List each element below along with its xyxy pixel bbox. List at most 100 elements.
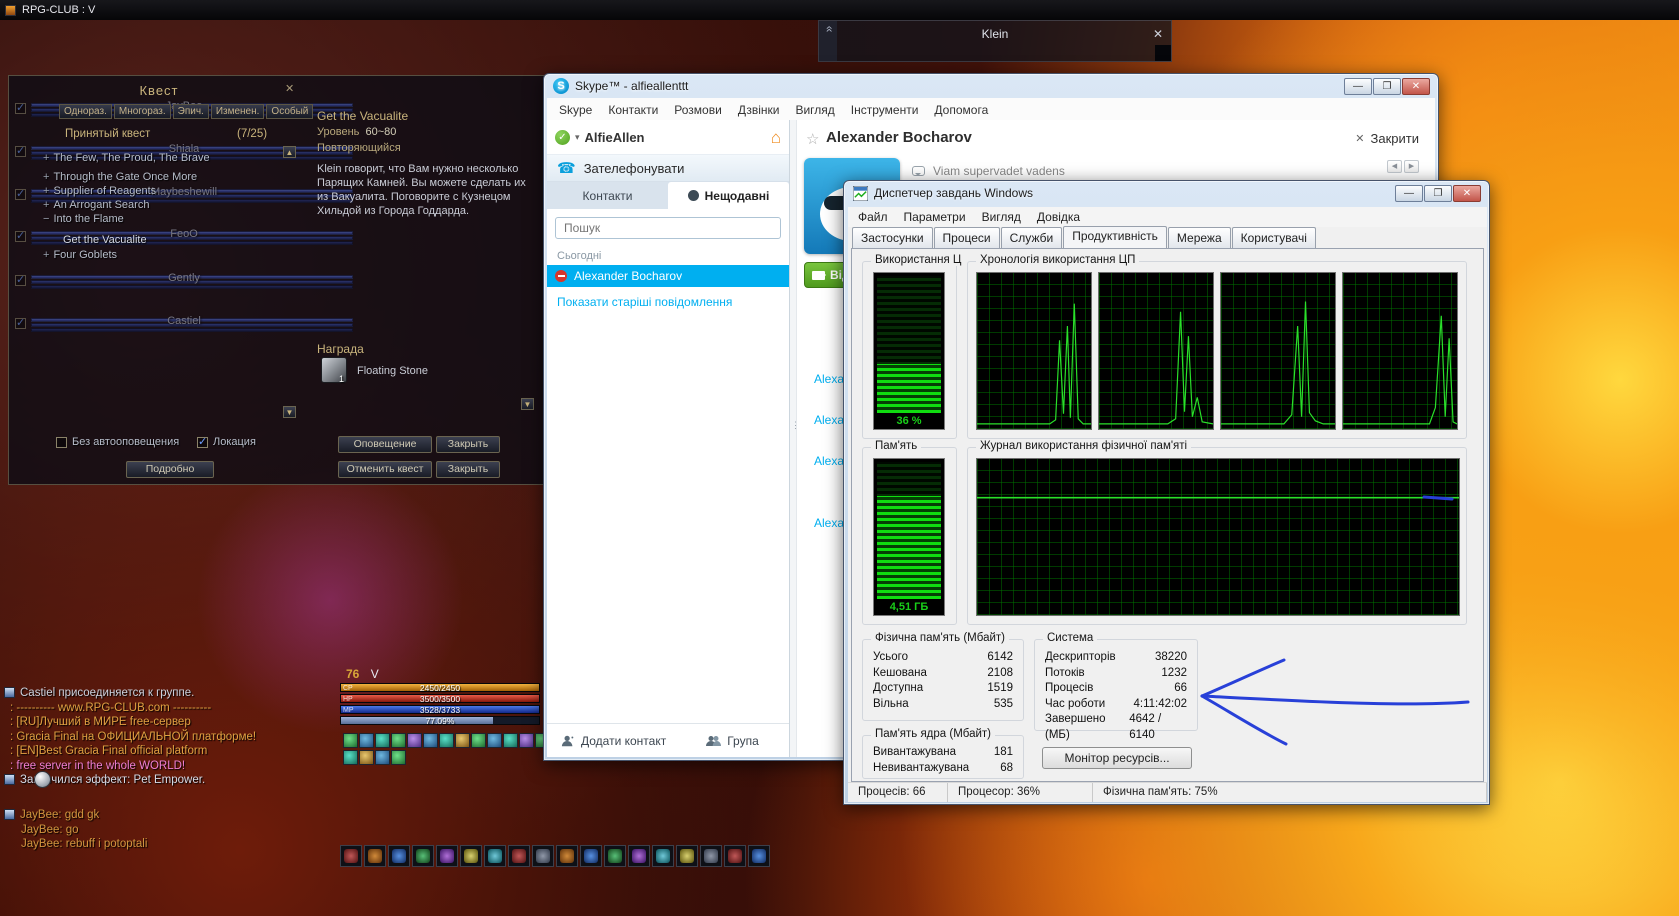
hotbar-slot[interactable]	[604, 845, 626, 867]
hotbar-slot[interactable]	[532, 845, 554, 867]
add-contact-button[interactable]: Додати контакт	[561, 734, 666, 748]
home-icon[interactable]: ⌂	[771, 129, 781, 146]
hotbar-slot[interactable]	[388, 845, 410, 867]
menu-view[interactable]: Вигляд	[974, 207, 1029, 227]
quest-list-item[interactable]: + Through the Gate Once More	[43, 171, 197, 183]
hotbar-slot[interactable]	[340, 845, 362, 867]
resource-monitor-button[interactable]: Монітор ресурсів...	[1042, 747, 1192, 769]
nav-forward-icon[interactable]: ▶	[1404, 160, 1419, 173]
tab-users[interactable]: Користувачі	[1231, 227, 1316, 248]
maximize-button[interactable]: ❐	[1373, 78, 1401, 95]
character-status[interactable]: 76 V	[346, 667, 379, 681]
close-button[interactable]: Закрыть	[436, 436, 500, 453]
hotbar-slot[interactable]	[628, 845, 650, 867]
tab-recent[interactable]: Нещодавні	[668, 182, 789, 209]
close-button[interactable]: Закрыть	[436, 461, 500, 478]
quest-tab-changed[interactable]: Изменен.	[210, 104, 265, 119]
minimize-button[interactable]: —	[1395, 185, 1423, 202]
nav-back-icon[interactable]: ◀	[1387, 160, 1402, 173]
panel-splitter[interactable]: ⋮	[790, 120, 800, 757]
expand-icon[interactable]: +	[43, 171, 49, 183]
hotbar-slot[interactable]	[652, 845, 674, 867]
status-online-icon[interactable]: ✓	[555, 129, 570, 145]
klein-window[interactable]: » Klein ✕	[818, 20, 1172, 62]
hotbar-slot[interactable]	[580, 845, 602, 867]
expand-icon[interactable]: +	[43, 199, 49, 211]
quest-list-item[interactable]: + The Few, The Proud, The Brave	[43, 152, 210, 164]
skype-titlebar[interactable]: S Skype™ - alfieallenttt	[544, 74, 1438, 98]
contact-list-item[interactable]: Alexander Bocharov	[547, 265, 789, 287]
close-button[interactable]: ✕	[1453, 185, 1481, 202]
tab-network[interactable]: Мережа	[1167, 227, 1231, 248]
menu-view[interactable]: Вигляд	[787, 101, 842, 119]
hotbar-slot[interactable]	[676, 845, 698, 867]
quest-tab-special[interactable]: Особый	[266, 104, 314, 119]
quest-list-item[interactable]: + An Arrogant Search	[43, 199, 149, 211]
tab-contacts[interactable]: Контакти	[547, 182, 668, 209]
quest-list-item[interactable]: + Four Goblets	[43, 249, 117, 261]
hotbar-slot[interactable]	[460, 845, 482, 867]
search-input[interactable]	[555, 217, 781, 239]
call-phones-row[interactable]: ☎ Зателефонувати	[547, 154, 789, 182]
splitter-handle-icon[interactable]: ⋮	[791, 420, 800, 431]
hotbar-slot[interactable]	[412, 845, 434, 867]
menu-contacts[interactable]: Контакти	[600, 101, 666, 119]
expand-icon[interactable]: +	[43, 185, 49, 197]
expand-icon[interactable]: +	[43, 152, 49, 164]
hotbar-slot[interactable]	[508, 845, 530, 867]
maximize-button[interactable]: ❐	[1424, 185, 1452, 202]
party-member[interactable]: Castiel	[15, 315, 353, 333]
scroll-down-icon[interactable]: ▼	[283, 406, 296, 418]
chevron-down-icon[interactable]: ▾	[575, 132, 580, 143]
hotbar-slot[interactable]	[700, 845, 722, 867]
quest-tab-repeat[interactable]: Многораз.	[113, 104, 171, 119]
menu-help[interactable]: Допомога	[926, 101, 996, 119]
quest-tab-epic[interactable]: Эпич.	[172, 104, 209, 119]
hotbar-slot[interactable]	[748, 845, 770, 867]
menu-options[interactable]: Параметри	[896, 207, 974, 227]
quest-list-subitem[interactable]: Get the Vacualite	[63, 234, 147, 246]
tab-applications[interactable]: Застосунки	[852, 227, 933, 248]
menu-skype[interactable]: Skype	[551, 101, 600, 119]
show-older-link[interactable]: Показати старіші повідомлення	[547, 287, 789, 317]
conversation-close[interactable]: ✕ Закрити	[1355, 131, 1419, 146]
memory-meter-value: 4,51 ГБ	[889, 601, 929, 613]
hotbar-slot[interactable]	[724, 845, 746, 867]
group-button[interactable]: Група	[706, 734, 759, 748]
hotbar-slot[interactable]	[556, 845, 578, 867]
hotbar-slot[interactable]	[436, 845, 458, 867]
quest-close-icon[interactable]: ✕	[285, 82, 294, 95]
tab-processes[interactable]: Процеси	[933, 227, 1000, 248]
menu-tools[interactable]: Інструменти	[843, 101, 927, 119]
scroll-up-icon[interactable]: ▲	[283, 146, 296, 158]
quest-list-item[interactable]: + Supplier of Reagents	[43, 185, 156, 197]
detail-scroll-down-icon[interactable]: ▼	[521, 398, 534, 410]
close-button[interactable]: ✕	[1402, 78, 1430, 95]
stat-value: 68	[1000, 761, 1013, 774]
location-checkbox[interactable]	[197, 435, 208, 448]
expand-icon[interactable]: +	[43, 249, 49, 261]
memory-group: Пам'ять 4,51 ГБ	[862, 440, 957, 625]
notify-button[interactable]: Оповещение	[338, 436, 432, 453]
quest-list-item[interactable]: − Into the Flame	[43, 213, 124, 225]
quest-tab-onetime[interactable]: Однораз.	[59, 104, 112, 119]
klein-close-icon[interactable]: ✕	[1153, 27, 1163, 41]
menu-file[interactable]: Файл	[850, 207, 896, 227]
hotbar-slot[interactable]	[364, 845, 386, 867]
menu-calls[interactable]: Дзвінки	[730, 101, 788, 119]
self-profile[interactable]: ✓ ▾ AlfieAllen ⌂	[547, 120, 789, 154]
favorite-star-icon[interactable]: ☆	[806, 130, 819, 148]
tab-services[interactable]: Служби	[1000, 227, 1063, 248]
party-member[interactable]: Gently	[15, 272, 353, 290]
tm-titlebar[interactable]: Диспетчер завдань Windows	[844, 181, 1489, 205]
tab-performance[interactable]: Продуктивність	[1063, 226, 1167, 248]
details-button[interactable]: Подробно	[126, 461, 214, 478]
hotbar-slot[interactable]	[484, 845, 506, 867]
collapse-icon[interactable]: −	[43, 213, 49, 225]
cancel-quest-button[interactable]: Отменить квест	[338, 461, 432, 478]
menu-help[interactable]: Довідка	[1029, 207, 1088, 227]
auto-notify-checkbox[interactable]	[56, 437, 67, 448]
menu-conversations[interactable]: Розмови	[666, 101, 730, 119]
buff-icon	[343, 733, 358, 748]
minimize-button[interactable]: —	[1344, 78, 1372, 95]
